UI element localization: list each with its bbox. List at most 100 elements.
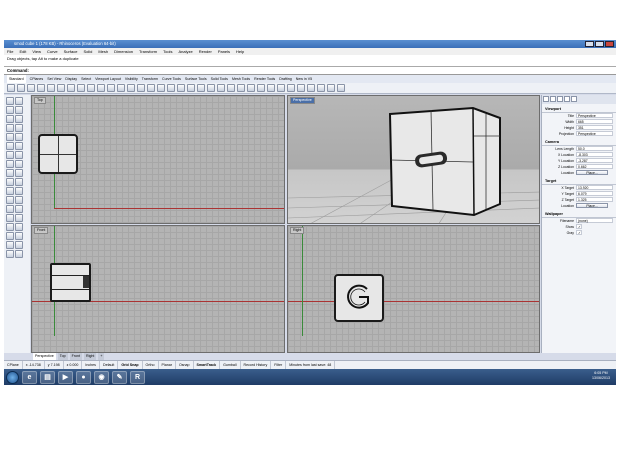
prop-value[interactable]: 1.325	[576, 197, 613, 202]
tab-mesh-tools[interactable]: Mesh Tools	[232, 75, 250, 83]
cylinder-icon[interactable]	[6, 160, 14, 168]
hand-pan-icon[interactable]	[97, 84, 105, 92]
media-player-icon[interactable]: ▶	[58, 370, 73, 384]
target-place-button[interactable]: Place...	[576, 203, 608, 208]
polyline-icon[interactable]	[6, 106, 14, 114]
zoom-selected-icon[interactable]	[147, 84, 155, 92]
zoom-window-icon[interactable]	[127, 84, 135, 92]
filter-toggle[interactable]: Filter	[271, 361, 287, 369]
ie-icon[interactable]: e	[22, 370, 37, 384]
cube-front-view[interactable]	[50, 263, 91, 302]
prop-value[interactable]: 351	[576, 125, 613, 130]
array-icon[interactable]	[15, 223, 23, 231]
viewport-perspective[interactable]: Perspective	[287, 95, 540, 224]
ellipse-icon[interactable]	[6, 124, 14, 132]
light-icon[interactable]	[317, 84, 325, 92]
select-arrow-icon[interactable]	[6, 97, 14, 105]
rotate-view-icon[interactable]	[107, 84, 115, 92]
move-icon[interactable]	[6, 205, 14, 213]
print-icon[interactable]	[37, 84, 45, 92]
osnap-toggle[interactable]: Osnap	[176, 361, 194, 369]
prop-value[interactable]: 665	[576, 119, 613, 124]
box-icon[interactable]	[6, 151, 14, 159]
layers-tab-icon[interactable]	[550, 96, 556, 102]
tab-solid-tools[interactable]: Solid Tools	[211, 75, 228, 83]
wireframe-icon[interactable]	[167, 84, 175, 92]
circle-icon[interactable]	[6, 115, 14, 123]
viewport-front[interactable]: Front	[31, 225, 285, 353]
boolean-difference-icon[interactable]	[15, 169, 23, 177]
cplane-icon[interactable]	[277, 84, 285, 92]
dimension-icon[interactable]	[6, 232, 14, 240]
viewport-top[interactable]: Top	[31, 95, 285, 224]
tab-transform[interactable]: Transform	[142, 75, 158, 83]
wallpaper-filename[interactable]: (none)	[576, 218, 613, 223]
tab-select[interactable]: Select	[81, 75, 91, 83]
properties-tab-icon[interactable]	[543, 96, 549, 102]
menu-view[interactable]: View	[32, 48, 41, 55]
zoom-icon[interactable]	[117, 84, 125, 92]
boolean-union-icon[interactable]	[6, 169, 14, 177]
sphere-icon[interactable]	[15, 151, 23, 159]
viewport-front-label[interactable]: Front	[34, 227, 49, 234]
render-tab-icon[interactable]	[557, 96, 563, 102]
rhino-icon[interactable]: R	[130, 370, 145, 384]
join-icon[interactable]	[6, 196, 14, 204]
tab-curve-tools[interactable]: Curve Tools	[162, 75, 181, 83]
arc-icon[interactable]	[15, 115, 23, 123]
menu-mesh[interactable]: Mesh	[98, 48, 108, 55]
freeform-icon[interactable]	[15, 133, 23, 141]
split-icon[interactable]	[15, 187, 23, 195]
menu-tools[interactable]: Tools	[163, 48, 172, 55]
properties-icon[interactable]	[247, 84, 255, 92]
prop-value[interactable]: 13.920	[576, 185, 613, 190]
shaded-icon[interactable]	[177, 84, 185, 92]
menu-render[interactable]: Render	[199, 48, 212, 55]
explorer-icon[interactable]: ▤	[40, 370, 55, 384]
analyze-icon[interactable]	[15, 241, 23, 249]
prop-value[interactable]: 50.0	[576, 146, 613, 151]
menu-help[interactable]: Help	[236, 48, 244, 55]
tab-render-tools[interactable]: Render Tools	[254, 75, 275, 83]
prop-value[interactable]: 6.079	[576, 191, 613, 196]
tab-display[interactable]: Display	[65, 75, 77, 83]
grid-snap-toggle[interactable]: Grid Snap	[118, 361, 143, 369]
display-tab-icon[interactable]	[564, 96, 570, 102]
rendered-icon[interactable]	[187, 84, 195, 92]
render-icon[interactable]	[297, 84, 305, 92]
command-prompt[interactable]: Command:	[4, 67, 616, 75]
help-tab-icon[interactable]	[571, 96, 577, 102]
start-button[interactable]	[6, 370, 19, 384]
group-icon[interactable]	[6, 241, 14, 249]
maximize-button[interactable]	[595, 41, 604, 47]
copy-object-icon[interactable]	[15, 205, 23, 213]
close-button[interactable]	[605, 41, 614, 47]
polygon-icon[interactable]	[6, 133, 14, 141]
menu-curve[interactable]: Curve	[47, 48, 58, 55]
open-icon[interactable]	[17, 84, 25, 92]
menu-surface[interactable]: Surface	[64, 48, 78, 55]
prop-value[interactable]: Perspective	[576, 113, 613, 118]
point-icon[interactable]	[15, 97, 23, 105]
camera-place-button[interactable]: Place...	[576, 170, 608, 175]
tab-standard[interactable]: Standard	[7, 75, 26, 83]
chamfer-icon[interactable]	[15, 178, 23, 186]
cplane-indicator[interactable]: CPlane	[4, 361, 23, 369]
tab-surface-tools[interactable]: Surface Tools	[185, 75, 207, 83]
zoom-extents-icon[interactable]	[137, 84, 145, 92]
rotate-icon[interactable]	[6, 214, 14, 222]
tab-set-view[interactable]: Set View	[47, 75, 61, 83]
menu-transform[interactable]: Transform	[139, 48, 157, 55]
gray-checkbox[interactable]: ✓	[576, 230, 582, 235]
grid-icon[interactable]	[267, 84, 275, 92]
ortho-toggle[interactable]: Ortho	[143, 361, 159, 369]
scale-icon[interactable]	[15, 214, 23, 222]
paint-icon[interactable]: ✎	[112, 370, 127, 384]
mesh-icon[interactable]	[15, 160, 23, 168]
menu-edit[interactable]: Edit	[19, 48, 26, 55]
smarttrack-toggle[interactable]: SmartTrack	[194, 361, 221, 369]
prop-value[interactable]: -3.287	[576, 158, 613, 163]
minimize-button[interactable]	[585, 41, 594, 47]
undo-icon[interactable]	[87, 84, 95, 92]
trim-icon[interactable]	[6, 187, 14, 195]
